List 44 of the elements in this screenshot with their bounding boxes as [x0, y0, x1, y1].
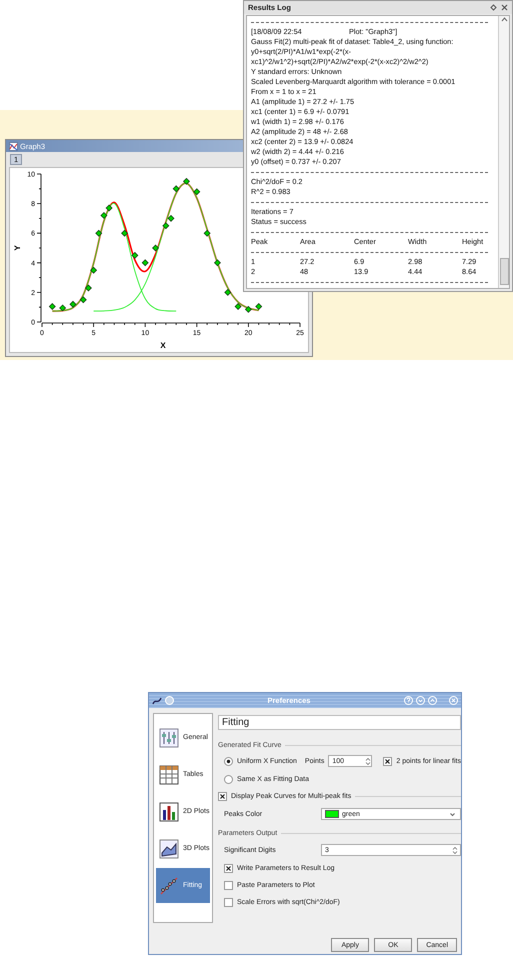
checkbox[interactable] — [383, 756, 392, 766]
axis-label: X — [160, 341, 166, 350]
data-point — [95, 230, 102, 237]
data-point — [90, 266, 98, 274]
data-point — [48, 302, 56, 310]
checkbox[interactable] — [224, 864, 233, 873]
data-point — [204, 230, 211, 237]
spin-arrows-icon[interactable] — [365, 756, 372, 766]
spin-arrows-icon[interactable] — [452, 846, 458, 854]
scrollbar[interactable] — [498, 16, 509, 288]
data-point — [84, 284, 92, 292]
data-point — [255, 302, 262, 310]
data-point — [182, 178, 190, 185]
scroll-thumb[interactable] — [500, 258, 508, 285]
axis-label: Y — [13, 245, 22, 251]
checkbox[interactable] — [218, 792, 227, 800]
data-point — [172, 185, 180, 192]
data-point — [244, 306, 252, 313]
data-point — [234, 302, 242, 310]
radio-button[interactable] — [224, 756, 233, 766]
data-point — [224, 288, 232, 296]
checkbox[interactable] — [224, 898, 233, 907]
data-point — [131, 252, 138, 259]
data-point — [193, 188, 200, 196]
scatter-line-icon — [159, 876, 179, 896]
table-icon — [159, 764, 179, 784]
data-point — [121, 230, 128, 237]
close-icon[interactable] — [501, 4, 508, 11]
caret-icon[interactable] — [448, 810, 456, 818]
surface-plot-icon — [159, 838, 179, 858]
data-point — [214, 259, 221, 266]
data-point — [142, 259, 149, 266]
sliders-icon — [159, 728, 179, 748]
data-point — [152, 244, 160, 252]
radio-button[interactable] — [224, 774, 233, 784]
page-title: Fitting — [218, 715, 461, 730]
data-point — [80, 296, 87, 304]
graph-icon — [9, 142, 18, 150]
app-logo-icon — [152, 696, 162, 706]
data-point — [59, 304, 66, 312]
data-point — [69, 300, 76, 308]
checkbox[interactable] — [224, 881, 233, 890]
float-icon[interactable] — [490, 4, 497, 11]
bar-chart-icon — [159, 802, 179, 822]
